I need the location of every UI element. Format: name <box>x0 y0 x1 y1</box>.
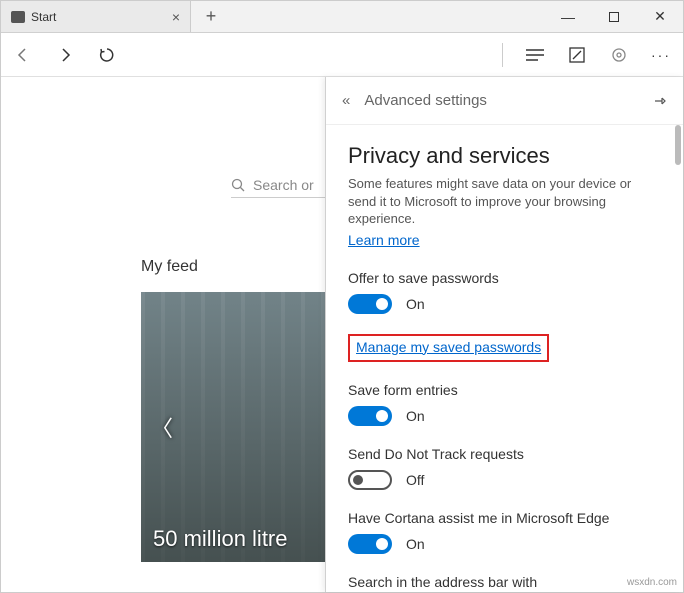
toggle-state: On <box>406 536 425 552</box>
refresh-button[interactable] <box>97 45 117 65</box>
setting-manage-passwords: Manage my saved passwords <box>348 334 661 362</box>
panel-header: « Advanced settings <box>326 77 683 125</box>
new-tab-button[interactable]: + <box>191 1 231 32</box>
prev-arrow-icon[interactable]: 〈 <box>151 411 173 443</box>
watermark: wsxdn.com <box>627 577 677 588</box>
section-title: Privacy and services <box>348 143 661 169</box>
setting-label: Search in the address bar with <box>348 574 661 590</box>
share-icon[interactable] <box>609 45 629 65</box>
highlight-box: Manage my saved passwords <box>348 334 549 362</box>
scrollbar[interactable] <box>675 125 681 165</box>
search-icon <box>231 178 245 192</box>
setting-dnt: Send Do Not Track requests Off <box>348 446 661 490</box>
toggle-state: Off <box>406 472 424 488</box>
back-button[interactable] <box>13 45 33 65</box>
tile-caption: 50 million litre <box>153 526 288 552</box>
setting-label: Save form entries <box>348 382 661 398</box>
toggle-state: On <box>406 408 425 424</box>
reading-view-icon[interactable] <box>525 45 545 65</box>
browser-tab[interactable]: Start × <box>1 1 191 32</box>
close-window-button[interactable]: ✕ <box>637 1 683 32</box>
toolbar-separator <box>502 43 503 67</box>
setting-save-passwords: Offer to save passwords On <box>348 270 661 314</box>
setting-label: Have Cortana assist me in Microsoft Edge <box>348 510 661 526</box>
favicon-icon <box>11 11 25 23</box>
setting-form-entries: Save form entries On <box>348 382 661 426</box>
setting-cortana: Have Cortana assist me in Microsoft Edge… <box>348 510 661 554</box>
forward-button[interactable] <box>55 45 75 65</box>
learn-more-link[interactable]: Learn more <box>348 232 420 248</box>
window-controls: — ✕ <box>545 1 683 32</box>
manage-passwords-link[interactable]: Manage my saved passwords <box>356 339 541 355</box>
setting-address-search: Search in the address bar with <box>348 574 661 590</box>
toggle-state: On <box>406 296 425 312</box>
tab-title: Start <box>31 10 56 24</box>
tab-close-icon[interactable]: × <box>172 9 180 25</box>
panel-body: Privacy and services Some features might… <box>326 125 683 592</box>
more-icon[interactable]: ··· <box>651 45 671 65</box>
section-desc: Some features might save data on your de… <box>348 175 661 228</box>
toolbar: ··· <box>1 33 683 77</box>
pin-icon[interactable] <box>653 94 667 108</box>
toggle-form-entries[interactable] <box>348 406 392 426</box>
setting-label: Send Do Not Track requests <box>348 446 661 462</box>
toggle-save-passwords[interactable] <box>348 294 392 314</box>
settings-panel: « Advanced settings Privacy and services… <box>325 77 683 592</box>
web-note-icon[interactable] <box>567 45 587 65</box>
setting-label: Offer to save passwords <box>348 270 661 286</box>
toggle-cortana[interactable] <box>348 534 392 554</box>
titlebar: Start × + — ✕ <box>1 1 683 33</box>
minimize-button[interactable]: — <box>545 1 591 32</box>
feed-tile[interactable]: 〈 50 million litre <box>141 292 351 562</box>
back-chevron-icon[interactable]: « <box>342 92 350 109</box>
panel-title: Advanced settings <box>364 92 487 109</box>
maximize-button[interactable] <box>591 1 637 32</box>
search-placeholder: Search or <box>253 177 314 193</box>
toggle-dnt[interactable] <box>348 470 392 490</box>
